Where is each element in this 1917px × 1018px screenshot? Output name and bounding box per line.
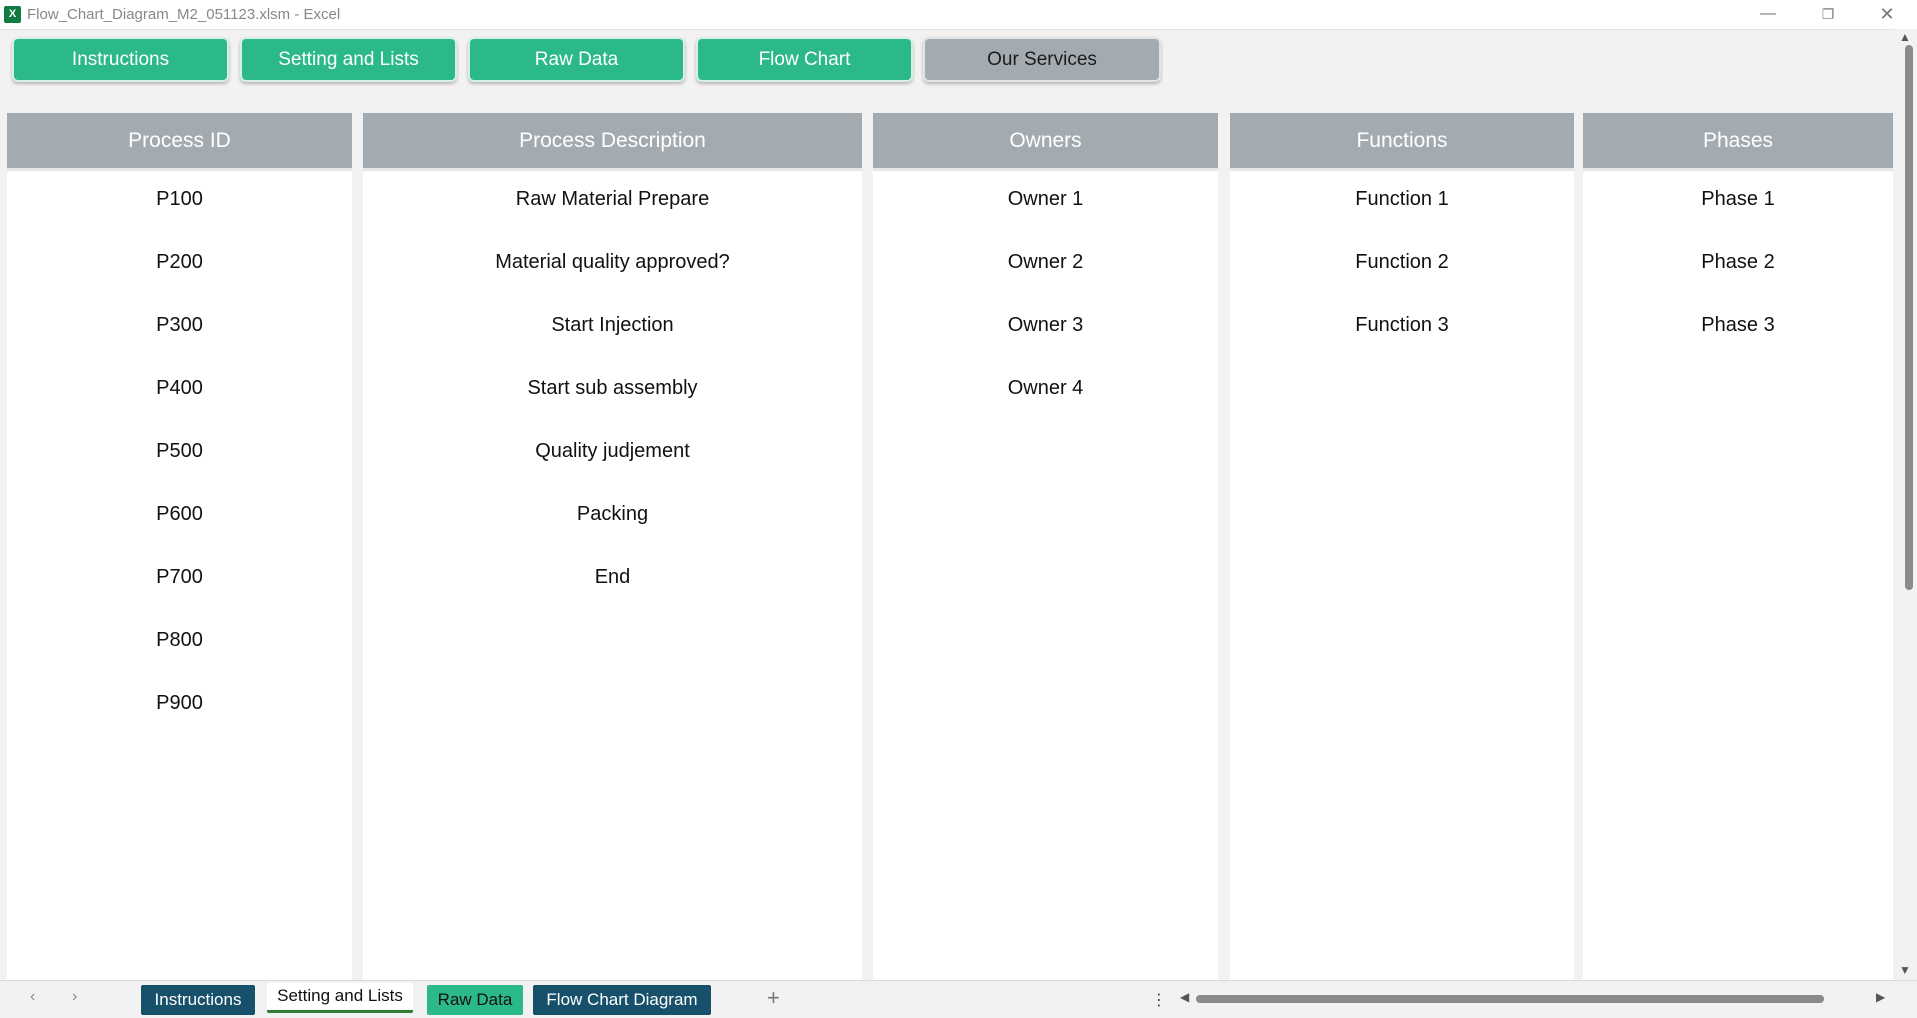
more-options-icon[interactable]: ⋮ (1151, 990, 1167, 1010)
phases-header: Phases (1583, 113, 1893, 171)
sheet-tab-flow-chart-diagram[interactable]: Flow Chart Diagram (533, 985, 711, 1015)
process-id-cell[interactable]: P200 (7, 251, 352, 274)
restore-icon[interactable]: ❐ (1805, 0, 1851, 29)
flow-chart-button[interactable]: Flow Chart (696, 37, 913, 82)
process-id-cell[interactable]: P600 (7, 503, 352, 526)
functions-column: Functions Function 1 Function 2 Function… (1230, 113, 1574, 980)
owner-cell[interactable]: Owner 1 (873, 188, 1218, 211)
sheet-tab-instructions[interactable]: Instructions (141, 985, 255, 1015)
process-id-cell[interactable]: P100 (7, 188, 352, 211)
our-services-button[interactable]: Our Services (923, 37, 1161, 82)
chevron-right-icon[interactable]: › (72, 988, 77, 1006)
process-id-header: Process ID (7, 113, 352, 171)
scroll-down-icon[interactable]: ▼ (1899, 963, 1911, 977)
sheet-tab-raw-data[interactable]: Raw Data (427, 985, 523, 1015)
process-id-cell[interactable]: P500 (7, 440, 352, 463)
process-description-cell[interactable]: Quality judjement (363, 440, 862, 463)
vertical-scroll-thumb[interactable] (1905, 45, 1913, 590)
process-description-cell[interactable]: Packing (363, 503, 862, 526)
scroll-up-icon[interactable]: ▲ (1899, 30, 1911, 44)
function-cell[interactable]: Function 2 (1230, 251, 1574, 274)
process-description-header: Process Description (363, 113, 862, 171)
process-id-column: Process ID P100 P200 P300 P400 P500 P600… (7, 113, 352, 980)
title-bar: X Flow_Chart_Diagram_M2_051123.xlsm - Ex… (0, 0, 1917, 30)
process-id-cell[interactable]: P800 (7, 629, 352, 652)
phase-cell[interactable]: Phase 2 (1583, 251, 1893, 274)
function-cell[interactable]: Function 3 (1230, 314, 1574, 337)
process-description-column: Process Description Raw Material Prepare… (363, 113, 862, 980)
instructions-button[interactable]: Instructions (12, 37, 229, 82)
owners-column: Owners Owner 1 Owner 2 Owner 3 Owner 4 (873, 113, 1218, 980)
excel-icon: X (4, 6, 23, 23)
phase-cell[interactable]: Phase 3 (1583, 314, 1893, 337)
process-id-cell[interactable]: P900 (7, 692, 352, 715)
raw-data-button[interactable]: Raw Data (468, 37, 685, 82)
phase-cell[interactable]: Phase 1 (1583, 188, 1893, 211)
setting-and-lists-button[interactable]: Setting and Lists (240, 37, 457, 82)
scroll-right-icon[interactable]: ▶ (1876, 990, 1885, 1004)
close-icon[interactable]: ✕ (1864, 0, 1910, 29)
functions-header: Functions (1230, 113, 1574, 171)
add-sheet-icon[interactable]: + (767, 985, 780, 1011)
owner-cell[interactable]: Owner 4 (873, 377, 1218, 400)
scroll-left-icon[interactable]: ◀ (1180, 990, 1189, 1004)
owner-cell[interactable]: Owner 2 (873, 251, 1218, 274)
owner-cell[interactable]: Owner 3 (873, 314, 1218, 337)
minimize-icon[interactable]: — (1745, 0, 1791, 29)
process-id-cell[interactable]: P400 (7, 377, 352, 400)
function-cell[interactable]: Function 1 (1230, 188, 1574, 211)
process-id-cell[interactable]: P300 (7, 314, 352, 337)
sheet-tab-setting-and-lists[interactable]: Setting and Lists (267, 983, 413, 1013)
phases-column: Phases Phase 1 Phase 2 Phase 3 (1583, 113, 1893, 980)
chevron-left-icon[interactable]: ‹ (30, 988, 35, 1006)
process-description-cell[interactable]: Raw Material Prepare (363, 188, 862, 211)
process-id-cell[interactable]: P700 (7, 566, 352, 589)
process-description-cell[interactable]: End (363, 566, 862, 589)
horizontal-scroll-thumb[interactable] (1196, 995, 1824, 1003)
process-description-cell[interactable]: Material quality approved? (363, 251, 862, 274)
window-title: Flow_Chart_Diagram_M2_051123.xlsm - Exce… (27, 6, 341, 23)
process-description-cell[interactable]: Start Injection (363, 314, 862, 337)
process-description-cell[interactable]: Start sub assembly (363, 377, 862, 400)
owners-header: Owners (873, 113, 1218, 171)
